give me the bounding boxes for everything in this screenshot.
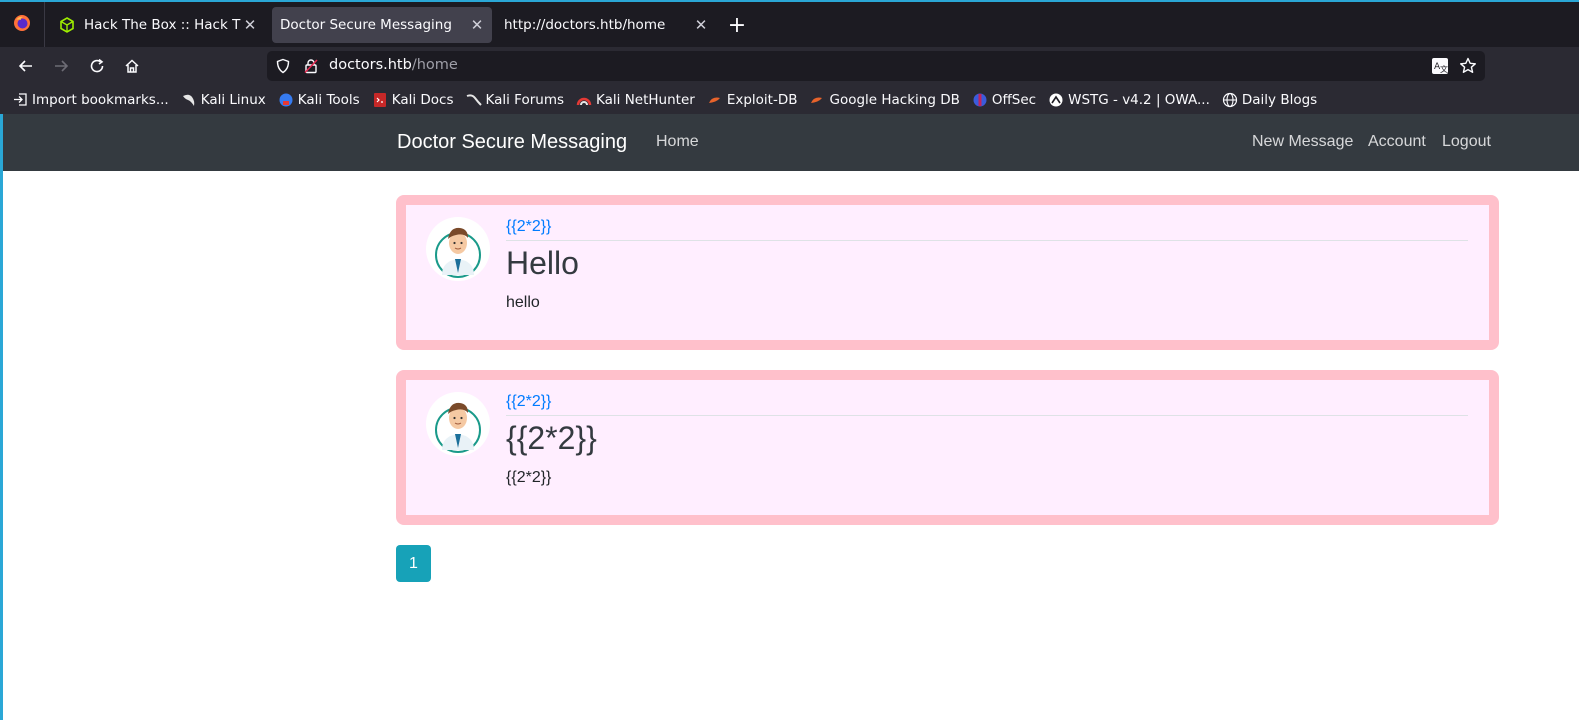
nethunter-icon [576,92,592,108]
owasp-icon [1048,92,1064,108]
offsec-icon [972,92,988,108]
browser-tab-strip: Hack The Box :: Hack The Box ✕ Doctor Se… [0,0,1579,47]
nav-logout-link[interactable]: Logout [1442,133,1491,151]
htb-cube-icon [58,16,76,34]
close-icon[interactable]: ✕ [692,16,710,34]
doctor-icon [435,227,481,278]
post-body: {{2*2}} [506,469,552,486]
bookmark-label: Google Hacking DB [829,91,960,108]
bookmark-exploit-db[interactable]: Exploit-DB [707,91,798,108]
url-text[interactable]: doctors.htb/home [329,57,458,73]
bookmark-label: Kali Linux [200,91,266,108]
firefox-menu-button[interactable] [0,2,45,47]
tab-doctor-secure-messaging[interactable]: Doctor Secure Messaging ✕ [272,7,492,43]
post-author-link[interactable]: {{2*2}} [506,393,551,411]
home-icon[interactable] [118,52,146,80]
tab-title: http://doctors.htb/home [504,17,666,33]
doctor-avatar [426,392,490,456]
shield-icon[interactable] [275,58,291,78]
bookmark-kali-forums[interactable]: Kali Forums [466,91,565,108]
post-divider [506,240,1468,241]
tab-doctors-home[interactable]: http://doctors.htb/home ✕ [496,7,716,43]
ghdb-icon [809,92,825,108]
browser-toolbar: doctors.htb/home A文 [0,47,1579,85]
close-icon[interactable]: ✕ [468,16,486,34]
kali-forums-icon [466,92,482,108]
svg-text:文: 文 [1440,64,1448,74]
post-title: Hello [506,245,579,281]
tab-hack-the-box[interactable]: Hack The Box :: Hack The Box ✕ [50,7,265,43]
exploit-db-icon [707,92,723,108]
bookmark-import[interactable]: Import bookmarks... [12,92,169,108]
bookmark-kali-linux[interactable]: Kali Linux [181,92,266,108]
bookmark-wstg[interactable]: WSTG - v4.2 | OWA... [1048,92,1210,108]
address-bar[interactable]: doctors.htb/home A文 [267,51,1485,81]
globe-icon [1222,92,1238,108]
nav-new-message-link[interactable]: New Message [1252,133,1353,151]
kali-tools-icon [278,92,294,108]
bookmark-kali-nethunter[interactable]: Kali NetHunter [576,92,695,108]
reload-icon[interactable] [83,52,111,80]
bookmark-label: Exploit-DB [726,91,798,108]
pagination-page-button[interactable]: 1 [396,545,431,582]
insecure-lock-icon[interactable] [303,58,319,78]
site-brand[interactable]: Doctor Secure Messaging [397,131,627,154]
forward-arrow-icon[interactable] [47,52,75,80]
message-card: {{2*2}} Hello hello [396,195,1499,350]
import-icon [12,92,28,108]
bookmark-label: WSTG - v4.2 | OWA... [1068,91,1210,108]
bookmark-offsec[interactable]: OffSec [972,92,1036,108]
bookmark-label: Daily Blogs [1241,91,1318,108]
post-title: {{2*2}} [506,420,597,456]
bookmark-label: Kali NetHunter [596,91,695,108]
doctor-icon [435,402,481,453]
kali-docs-icon [372,92,388,108]
bookmark-label: Import bookmarks... [32,91,169,108]
bookmark-daily-blogs[interactable]: Daily Blogs [1222,92,1317,108]
tab-title: Doctor Secure Messaging [280,17,452,33]
post-body: hello [506,294,540,311]
bookmark-label: Kali Forums [485,91,565,108]
firefox-logo-icon [13,14,31,36]
post-author-link[interactable]: {{2*2}} [506,218,551,236]
nav-home-link[interactable]: Home [656,133,699,151]
post-divider [506,415,1468,416]
bookmark-google-hacking-db[interactable]: Google Hacking DB [809,91,960,108]
url-host: doctors.htb [329,57,412,73]
message-card: {{2*2}} {{2*2}} {{2*2}} [396,370,1499,525]
new-tab-plus-icon[interactable]: + [724,11,750,39]
bookmark-label: Kali Docs [391,91,454,108]
kali-dragon-icon [181,92,197,108]
bookmarks-toolbar: Import bookmarks... Kali Linux Kali Tool… [0,85,1579,114]
back-arrow-icon[interactable] [12,52,40,80]
nav-account-link[interactable]: Account [1368,133,1426,151]
bookmark-star-icon[interactable] [1459,57,1477,79]
doctor-avatar [426,217,490,281]
site-navbar: Doctor Secure Messaging Home New Message… [3,114,1579,171]
web-page: Doctor Secure Messaging Home New Message… [0,114,1579,720]
bookmark-label: OffSec [991,91,1037,108]
bookmark-kali-docs[interactable]: Kali Docs [372,92,454,108]
tab-title: Hack The Box :: Hack The Box [84,17,241,33]
bookmark-kali-tools[interactable]: Kali Tools [278,92,360,108]
translate-icon[interactable]: A文 [1431,57,1449,79]
url-path: /home [411,57,458,73]
close-icon[interactable]: ✕ [241,16,259,34]
bookmark-label: Kali Tools [297,91,360,108]
